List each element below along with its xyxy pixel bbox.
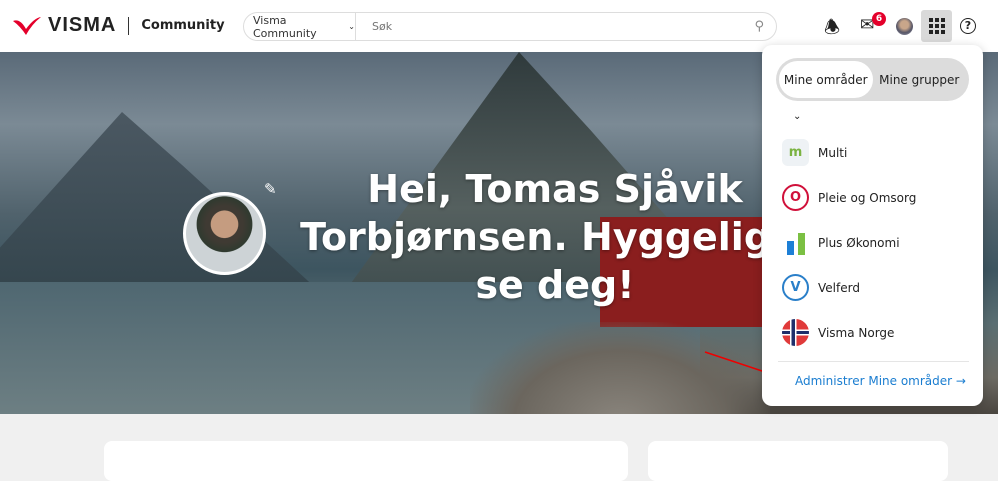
dropdown-tabs: Mine områder Mine grupper xyxy=(776,58,969,101)
area-item-multi[interactable]: m Multi xyxy=(782,139,847,166)
area-item-visma-norge[interactable]: Visma Norge xyxy=(782,319,894,346)
area-item-velferd[interactable]: V Velferd xyxy=(782,274,860,301)
area-label: Pleie og Omsorg xyxy=(818,190,917,205)
visma-swoosh-icon xyxy=(13,16,41,35)
search-scope-label: Visma Community xyxy=(253,13,317,40)
area-label: Plus Økonomi xyxy=(818,235,900,250)
logo-text: VISMA xyxy=(48,14,117,36)
bell-icon[interactable]: 🕭 xyxy=(824,15,840,45)
search-icon[interactable]: ⚲ xyxy=(754,19,764,34)
search-bar: Visma Community ⌄ ⚲ xyxy=(243,12,777,41)
chevron-down-icon: ⌄ xyxy=(348,22,355,31)
area-label: Visma Norge xyxy=(818,325,895,340)
my-areas-dropdown: Mine områder Mine grupper ⌄ m Multi O Plei… xyxy=(762,45,983,406)
edit-pencil-icon[interactable]: ✎ xyxy=(264,180,277,198)
norway-flag-icon xyxy=(782,319,809,346)
velferd-logo-icon: V xyxy=(782,274,809,301)
content-card xyxy=(104,441,628,481)
logo-divider xyxy=(128,16,130,35)
chevron-down-icon[interactable]: ⌄ xyxy=(793,111,801,122)
area-item-plus-okonomi[interactable]: Plus Økonomi xyxy=(782,229,900,256)
multi-logo-icon: m xyxy=(782,139,809,166)
plus-okonomi-bars-icon xyxy=(782,229,809,256)
help-icon[interactable]: ? xyxy=(960,18,976,34)
dropdown-divider xyxy=(778,361,969,362)
pleie-heart-icon: O xyxy=(782,184,809,211)
visma-logo[interactable]: VISMA Community xyxy=(12,14,225,37)
side-card xyxy=(648,441,948,481)
user-avatar[interactable] xyxy=(896,18,913,35)
mountain-image-left xyxy=(0,112,320,292)
manage-areas-link[interactable]: Administrer Mine områder → xyxy=(795,374,966,388)
profile-picture[interactable] xyxy=(183,192,266,275)
area-label: Multi xyxy=(818,145,848,160)
notification-badge: 6 xyxy=(872,12,886,26)
tab-mine-grupper[interactable]: Mine grupper xyxy=(873,61,967,98)
community-label: Community xyxy=(141,18,225,33)
search-input[interactable] xyxy=(372,20,755,33)
tab-mine-omrader[interactable]: Mine områder xyxy=(779,61,873,98)
greeting-heading: Hei, Tomas Sjåvik Torbjørnsen. Hyggelig … xyxy=(300,167,810,307)
apps-grid-button[interactable] xyxy=(921,10,952,42)
area-label: Velferd xyxy=(818,280,860,295)
search-scope-select[interactable]: Visma Community ⌄ xyxy=(244,13,356,40)
area-item-pleie[interactable]: O Pleie og Omsorg xyxy=(782,184,916,211)
